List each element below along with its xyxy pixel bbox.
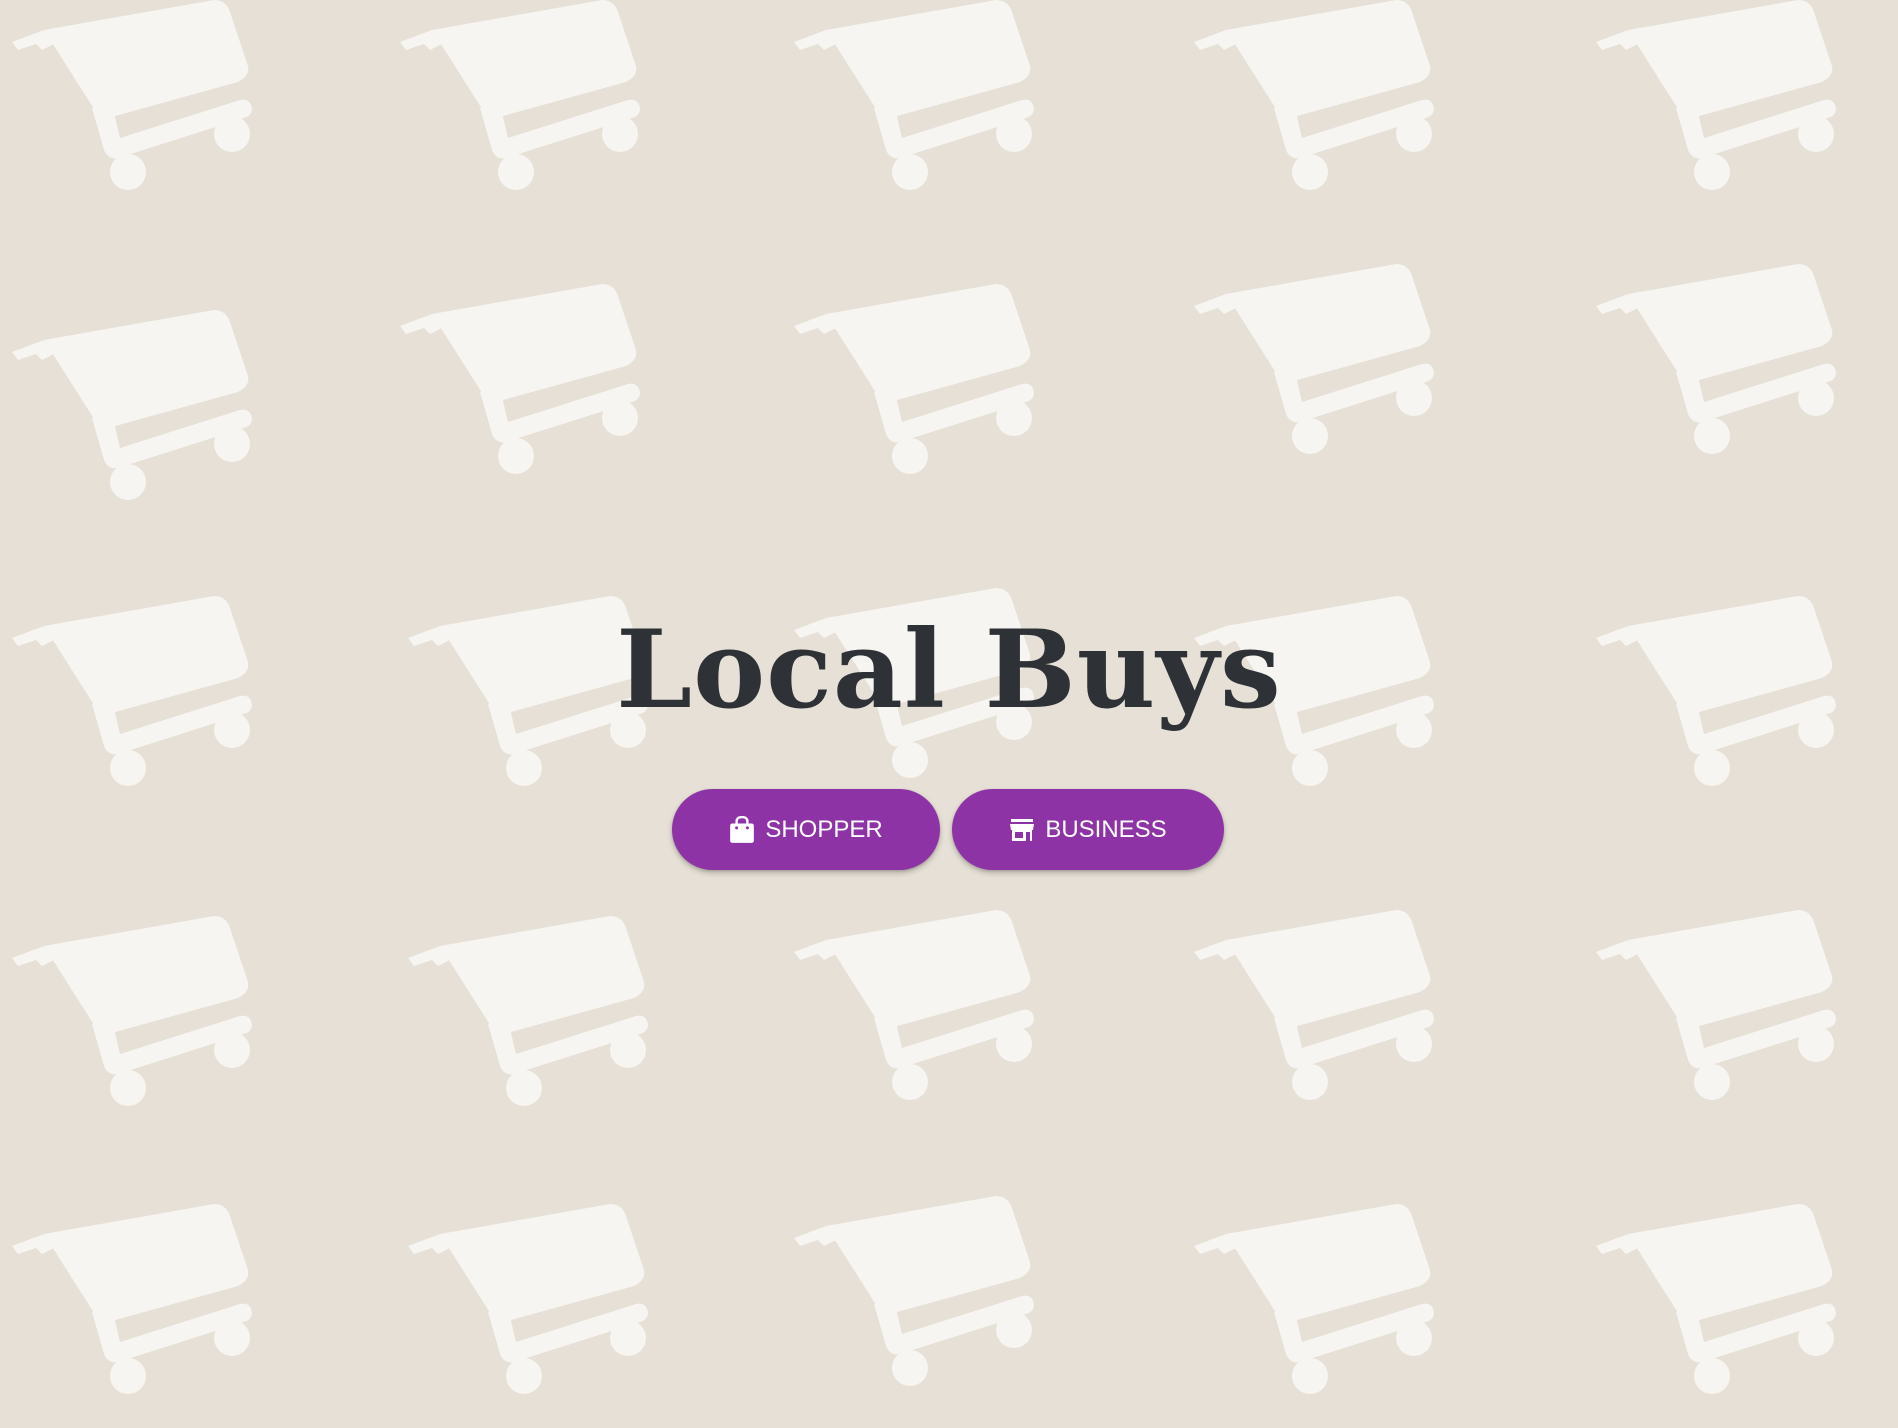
business-button[interactable]: BUSINESS <box>952 789 1224 870</box>
storefront-icon <box>1009 816 1035 844</box>
business-button-label: BUSINESS <box>1045 815 1167 843</box>
shopper-button[interactable]: SHOPPER <box>672 789 940 870</box>
hero-section: Local Buys SHOPPER BUSINESS <box>0 0 1898 1428</box>
app-title: Local Buys <box>616 607 1282 733</box>
shopping-bag-icon <box>729 815 755 844</box>
shopper-button-label: SHOPPER <box>765 815 883 843</box>
